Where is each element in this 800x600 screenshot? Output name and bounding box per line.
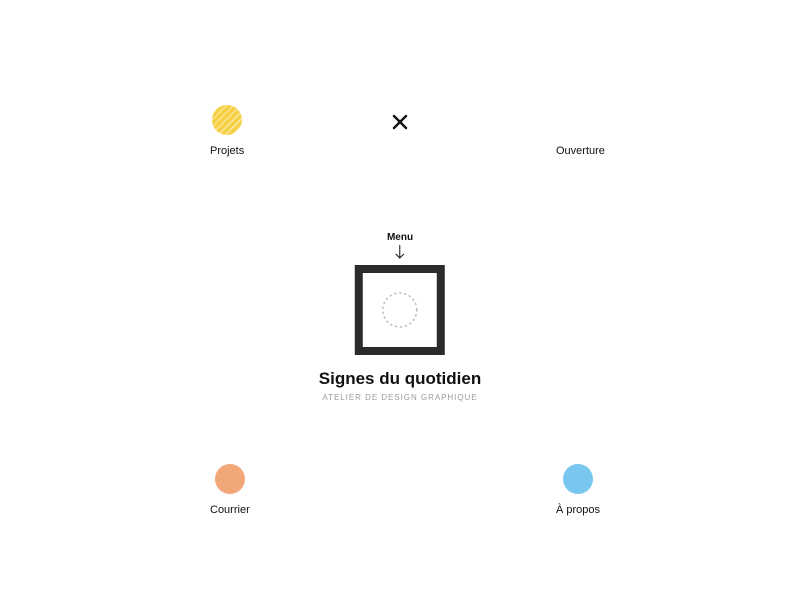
dot-icon: [212, 105, 242, 135]
dot-icon: [563, 464, 593, 494]
arrow-down-icon: [395, 245, 405, 261]
nav-item-courrier[interactable]: Courrier: [210, 464, 250, 516]
dot-icon: [565, 105, 595, 135]
nav-item-apropos[interactable]: À propos: [556, 464, 600, 516]
menu-box[interactable]: [355, 265, 445, 355]
nav-item-ouverture[interactable]: Ouverture: [556, 105, 605, 157]
nav-label: À propos: [556, 504, 600, 516]
site-subtitle: ATELIER DE DESIGN GRAPHIQUE: [322, 393, 477, 402]
loading-circle-icon: [378, 288, 422, 332]
close-icon: [392, 114, 408, 130]
nav-item-projets[interactable]: Projets: [210, 105, 244, 157]
menu-label: Menu: [387, 232, 413, 243]
nav-label: Projets: [210, 145, 244, 157]
nav-label: Courrier: [210, 504, 250, 516]
site-title: Signes du quotidien: [319, 369, 481, 389]
nav-label: Ouverture: [556, 145, 605, 157]
center-block: Menu Signes du quotidien ATELIER DE DESI…: [319, 232, 481, 402]
dot-icon: [215, 464, 245, 494]
close-button[interactable]: [392, 114, 408, 130]
